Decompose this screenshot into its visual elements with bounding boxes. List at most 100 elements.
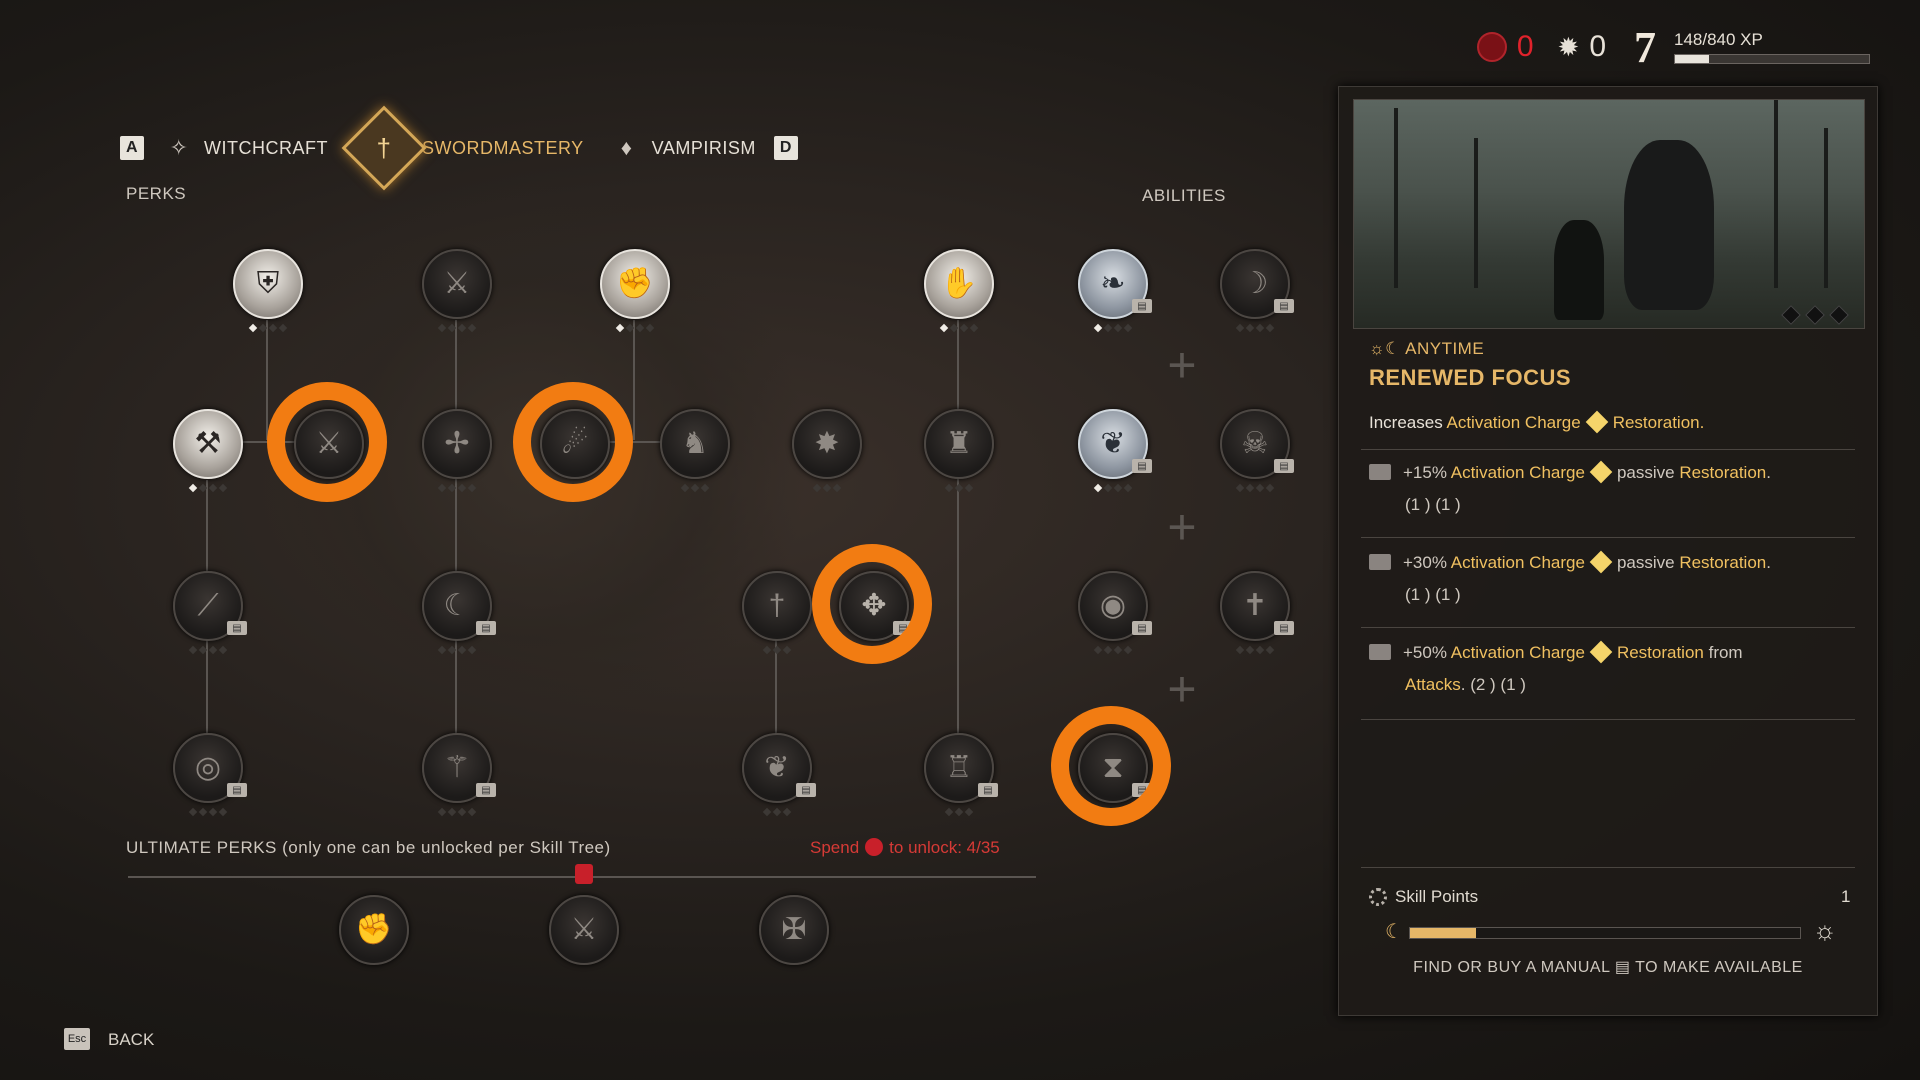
perk-rank-pips xyxy=(762,645,792,655)
perk-rank-pips xyxy=(437,483,477,493)
monster-figure xyxy=(1624,140,1714,310)
perk-slash-node[interactable]: ⟋ ▤ xyxy=(173,571,247,655)
armor-icon: ♜ xyxy=(945,427,973,460)
perk-rank-row-3: +50% Activation Charge Restoration from A… xyxy=(1369,637,1849,701)
ability-raven-node[interactable]: ❦ ▤ xyxy=(1078,409,1152,493)
perk-rank-pips xyxy=(939,323,979,333)
perk-rank-pips xyxy=(188,807,228,817)
skill-tree-tabs: A ✧ WITCHCRAFT † SWORDMASTERY ♦ VAMPIRIS… xyxy=(120,105,798,191)
perk-sword-spikes-node[interactable]: ✢ xyxy=(422,409,492,493)
raised-fist-icon: ✋ xyxy=(940,267,978,300)
divider xyxy=(1361,537,1855,538)
sun-moon-icon: ☼☾ xyxy=(1369,339,1401,358)
perk-rank-pips xyxy=(437,645,477,655)
perk-rank-pips xyxy=(437,807,477,817)
tree-connector xyxy=(266,320,268,440)
rank-term2: Restoration xyxy=(1616,643,1704,662)
book-icon xyxy=(1369,554,1391,570)
ability-rank-pips xyxy=(1093,483,1133,493)
xp-display: 148/840 XP xyxy=(1674,30,1870,64)
perk-blade-strike-node[interactable]: ⚔ xyxy=(422,249,492,333)
perk-rank-pips xyxy=(944,483,974,493)
rank-term2: Restoration xyxy=(1679,463,1767,482)
xp-text: 148/840 XP xyxy=(1674,30,1763,49)
horse-icon: ♞ xyxy=(681,427,709,460)
manual-book-icon: ▤ xyxy=(227,783,247,797)
book-icon: ▤ xyxy=(1614,959,1631,976)
heavy-armor-icon: ♖ xyxy=(945,751,973,784)
sun-icon: ☼ xyxy=(1813,915,1837,945)
perk-rank-pips xyxy=(437,323,477,333)
wing-icon: ❧ xyxy=(1100,267,1126,300)
perk-dagger-node[interactable]: † xyxy=(742,571,812,655)
eye-icon: ◉ xyxy=(1099,589,1127,622)
tab-swordmastery[interactable]: SWORDMASTERY xyxy=(422,138,584,159)
rank-term3: Attacks xyxy=(1405,675,1461,694)
sweep-icon: ☾ xyxy=(443,589,471,622)
twin-blades-icon: ✠ xyxy=(781,913,807,946)
ability-dark-slash-node[interactable]: ☽ ▤ xyxy=(1220,249,1294,333)
tree-connector xyxy=(455,320,457,770)
divider xyxy=(1361,627,1855,628)
manual-book-icon: ▤ xyxy=(796,783,816,797)
ability-rank-pips xyxy=(1235,323,1275,333)
perk-sweep-node[interactable]: ☾ ▤ xyxy=(422,571,496,655)
ultimate-perks-heading: ULTIMATE PERKS (only one can be unlocked… xyxy=(126,838,611,857)
manual-book-icon: ▤ xyxy=(1132,621,1152,635)
moon-icon: ☾ xyxy=(1385,921,1403,943)
highlight-ring xyxy=(1051,706,1171,826)
perk-fist-node[interactable]: ✋ xyxy=(924,249,994,333)
rank-pct: +15% xyxy=(1403,463,1447,482)
perk-broken-sword-node[interactable]: ⚒ xyxy=(173,409,243,493)
manual-book-icon: ▤ xyxy=(1274,299,1294,313)
ability-rank-pips xyxy=(1093,645,1133,655)
book-icon xyxy=(1369,644,1391,660)
back-button[interactable]: BACK xyxy=(108,1030,154,1050)
ability-cross-node[interactable]: ✝ ▤ xyxy=(1220,571,1294,655)
skill-points-value: 1 xyxy=(1841,887,1851,906)
empty-slot-plus-icon: + xyxy=(1167,499,1197,555)
perk-strength-node[interactable]: ✊ xyxy=(600,249,670,333)
perk-heavy-armor-node[interactable]: ♖ ▤ xyxy=(924,733,998,817)
abilities-heading: ABILITIES xyxy=(1142,186,1226,205)
perk-armor-node[interactable]: ♜ xyxy=(924,409,994,493)
tab-witchcraft[interactable]: WITCHCRAFT xyxy=(204,138,328,159)
rank-cost: (1 ) (1 ) xyxy=(1405,585,1461,604)
key-d-hint[interactable]: D xyxy=(773,136,798,160)
perks-heading: PERKS xyxy=(126,184,187,203)
ability-wing-strike-node[interactable]: ❧ ▤ xyxy=(1078,249,1152,333)
perk-burst-node[interactable]: ✸ xyxy=(792,409,862,493)
slider-fill xyxy=(1410,928,1477,938)
manual-book-icon: ▤ xyxy=(1274,459,1294,473)
perk-target-node[interactable]: ◎ ▤ xyxy=(173,733,247,817)
key-a-hint[interactable]: A xyxy=(120,136,144,160)
manual-book-icon: ▤ xyxy=(1132,459,1152,473)
manual-hint: FIND OR BUY A MANUAL ▤ TO MAKE AVAILABLE xyxy=(1339,957,1877,977)
gem-icon xyxy=(1589,460,1613,484)
ultimate-blades-node[interactable]: ✠ xyxy=(759,895,829,965)
perk-blade-thrust-node[interactable]: ⚚ ▤ xyxy=(422,733,496,817)
tab-vampirism[interactable]: VAMPIRISM xyxy=(652,138,756,159)
perk-shield-node[interactable]: ⛨ xyxy=(233,249,303,333)
ability-eye-node[interactable]: ◉ ▤ xyxy=(1078,571,1152,655)
dark-slash-icon: ☽ xyxy=(1241,267,1269,300)
perk-horse-node[interactable]: ♞ xyxy=(660,409,730,493)
perk-rank-row-1: +15% Activation Charge passive Restoratio… xyxy=(1369,457,1849,521)
ultimate-sword-node[interactable]: ⚔ xyxy=(549,895,619,965)
manual-book-icon: ▤ xyxy=(1274,621,1294,635)
ultimate-fist-node[interactable]: ✊ xyxy=(339,895,409,965)
bird-icon: ❦ xyxy=(764,751,790,784)
empty-slot-plus-icon: + xyxy=(1167,337,1197,393)
spend-suffix: to unlock: 4/35 xyxy=(889,838,1000,857)
perk-details-panel: ☼☾ ANYTIME RENEWED FOCUS Increases Activ… xyxy=(1338,86,1878,1016)
day-night-slider[interactable] xyxy=(1409,927,1801,939)
ability-skull-node[interactable]: ☠ ▤ xyxy=(1220,409,1294,493)
fist-icon: ✊ xyxy=(355,913,393,946)
esc-key-hint[interactable]: Esc xyxy=(64,1028,90,1050)
sword-spikes-icon: ✢ xyxy=(444,427,470,460)
burst-icon: ✸ xyxy=(814,427,840,460)
perk-bird-node[interactable]: ❦ ▤ xyxy=(742,733,816,817)
rank-term1: Activation Charge xyxy=(1450,553,1585,572)
manual-book-icon: ▤ xyxy=(476,621,496,635)
sword-icon: ⚔ xyxy=(570,913,598,946)
